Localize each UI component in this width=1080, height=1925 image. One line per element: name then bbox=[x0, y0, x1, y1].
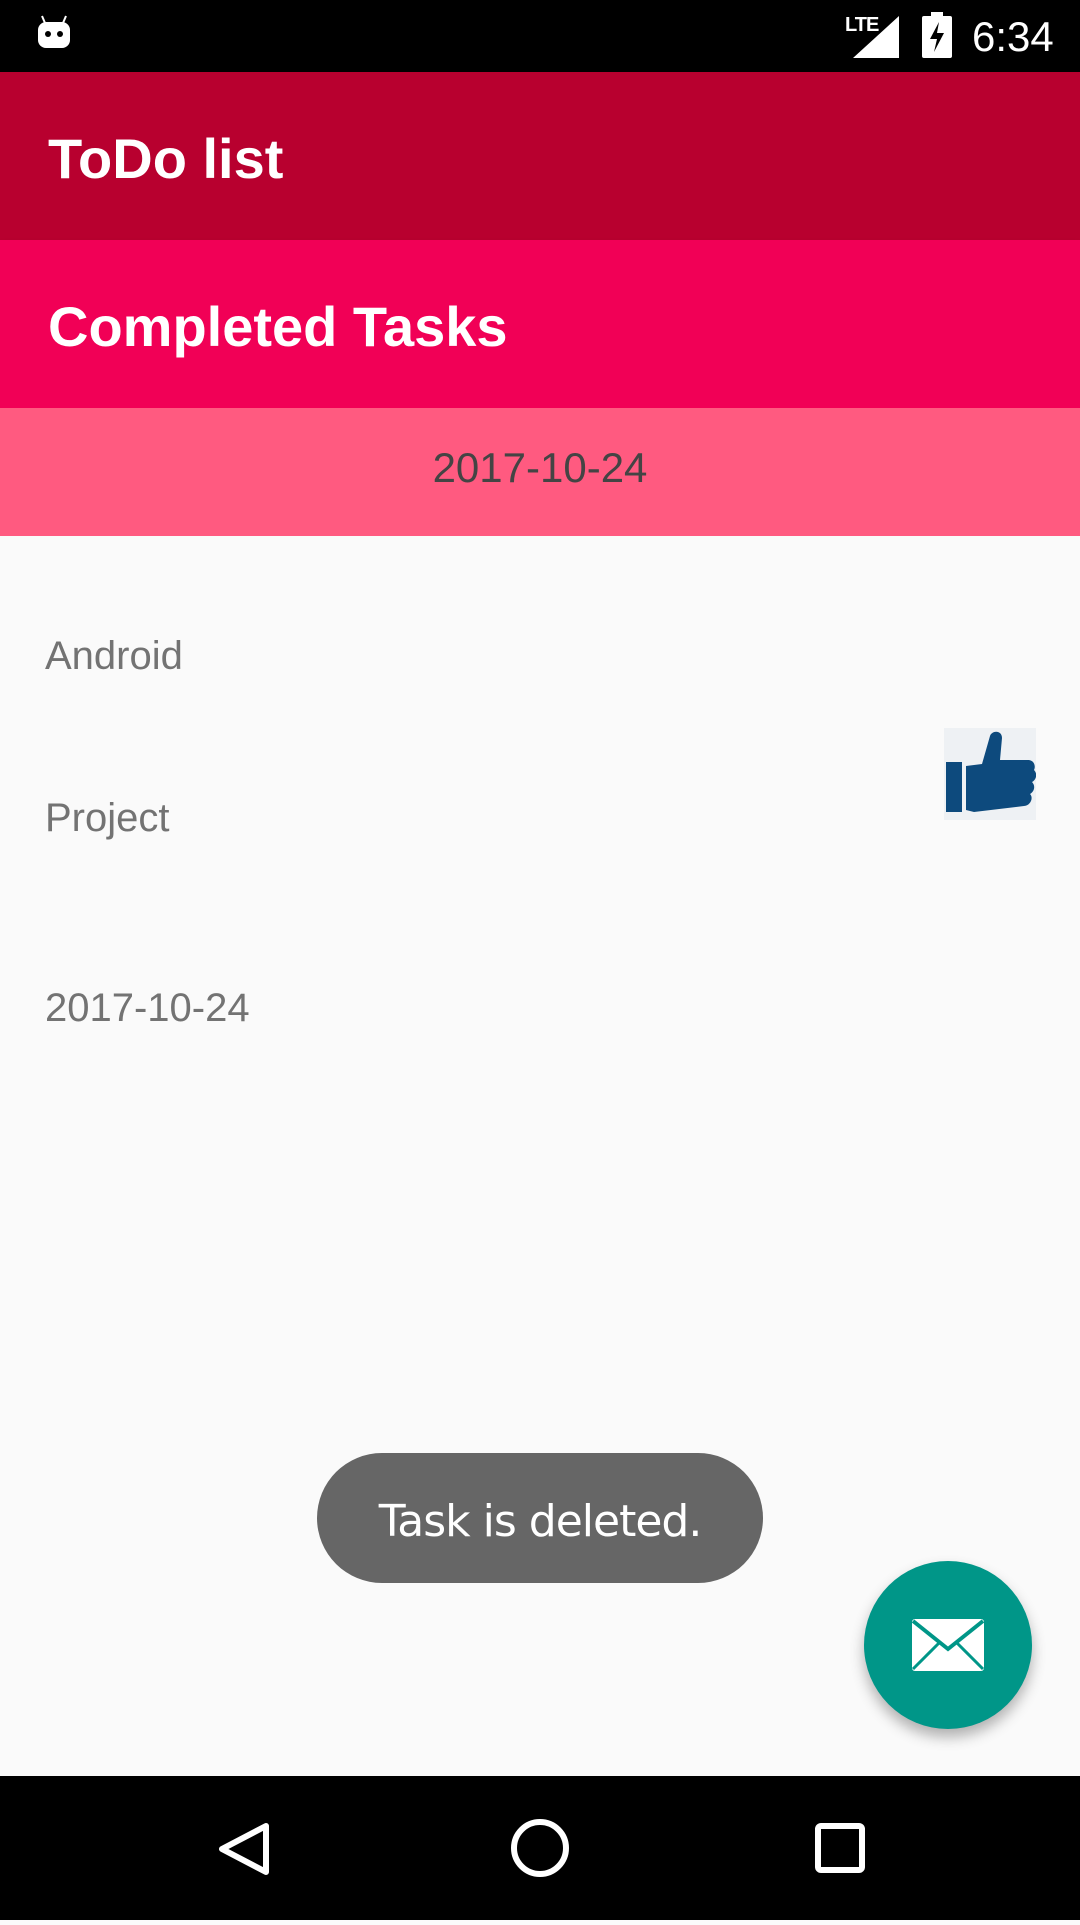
mail-icon bbox=[911, 1619, 985, 1671]
task-date: 2017-10-24 bbox=[45, 986, 250, 1030]
compose-fab[interactable] bbox=[864, 1561, 1032, 1729]
back-icon[interactable] bbox=[206, 1776, 278, 1925]
date-banner-text: 2017-10-24 bbox=[432, 444, 648, 491]
section-header: Completed Tasks bbox=[0, 240, 1080, 408]
android-debug-icon bbox=[36, 14, 72, 55]
section-title: Completed Tasks bbox=[48, 295, 508, 358]
toast-message: Task is deleted. bbox=[378, 1496, 703, 1547]
status-time: 6:34 bbox=[972, 13, 1054, 60]
signal-icon bbox=[853, 16, 899, 63]
date-banner: 2017-10-24 bbox=[0, 408, 1080, 536]
navigation-bar bbox=[0, 1776, 1080, 1920]
thumbs-up-icon[interactable] bbox=[944, 728, 1037, 820]
battery-charging-icon bbox=[922, 12, 952, 63]
status-bar: LTE 6:34 bbox=[0, 0, 1080, 72]
app-bar: ToDo list bbox=[0, 72, 1080, 240]
app-title: ToDo list bbox=[48, 127, 284, 190]
toast: Task is deleted. bbox=[317, 1453, 763, 1583]
home-icon[interactable] bbox=[505, 1776, 575, 1925]
task-description: Project bbox=[45, 796, 170, 840]
recents-icon[interactable] bbox=[810, 1776, 870, 1925]
task-name: Android bbox=[45, 634, 183, 678]
task-item[interactable]: Android Project 2017-10-24 bbox=[0, 536, 1080, 1056]
